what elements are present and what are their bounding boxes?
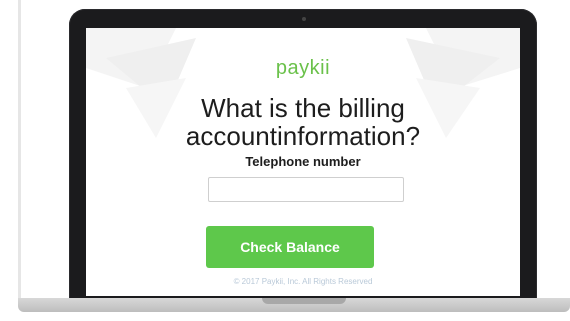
laptop-screen: paykii What is the billing accountinform…: [86, 28, 520, 296]
title-line-2: accountinformation?: [185, 121, 421, 151]
camera-icon: [302, 17, 306, 21]
check-balance-button[interactable]: Check Balance: [206, 226, 374, 268]
telephone-input[interactable]: [208, 177, 404, 202]
telephone-label: Telephone number: [245, 154, 361, 169]
laptop-base: [0, 298, 570, 321]
copyright-footer: © 2017 Paykii, Inc. All Rights Reserved: [233, 277, 373, 286]
left-divider: [18, 0, 21, 300]
title-line-1: What is the billing: [201, 93, 405, 123]
page: paykii What is the billing accountinform…: [0, 0, 570, 321]
page-title: What is the billing accountinformation?: [86, 94, 520, 150]
laptop-base-notch: [262, 298, 346, 304]
paykii-logo: paykii: [275, 57, 331, 79]
